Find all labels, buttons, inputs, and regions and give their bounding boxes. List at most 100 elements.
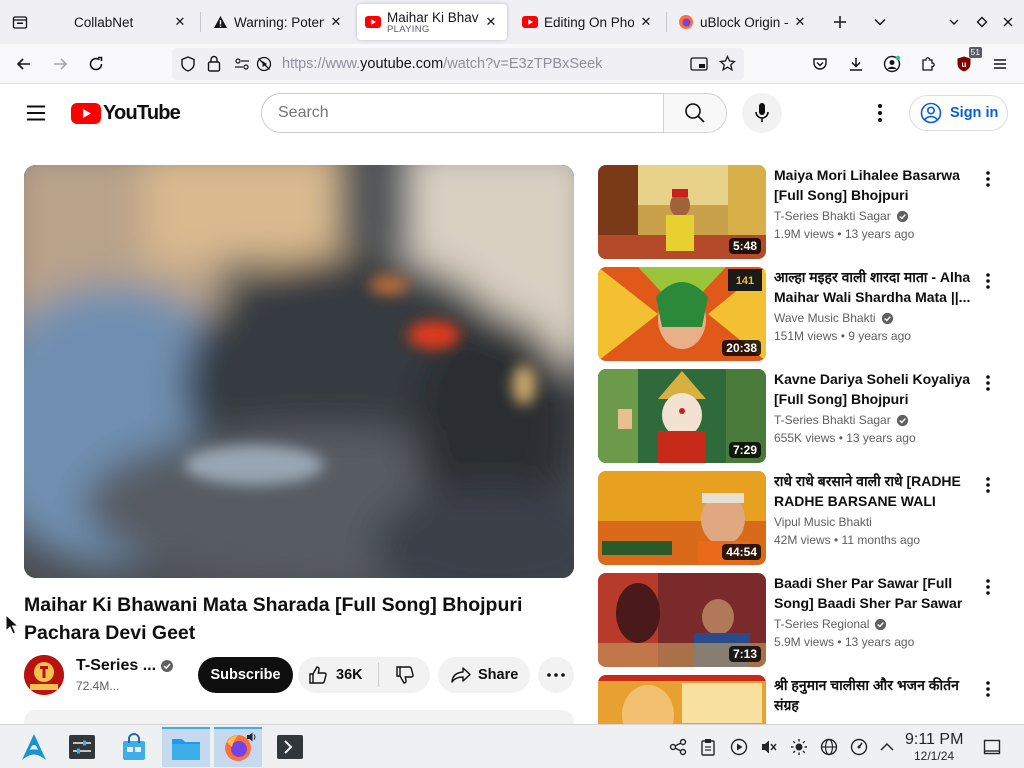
recommendation-item[interactable]: 5:48 Maiya Mori Lihalee Basarwa [Full So… bbox=[598, 165, 1008, 259]
list-all-tabs-button[interactable] bbox=[866, 8, 894, 36]
url-bar[interactable]: https://www.youtube.com/watch?v=E3zTPBxS… bbox=[172, 48, 744, 80]
like-button[interactable]: 36K bbox=[298, 657, 378, 693]
account-button[interactable] bbox=[878, 50, 906, 78]
search-box[interactable] bbox=[261, 93, 664, 133]
extensions-button[interactable] bbox=[914, 50, 942, 78]
recommendation-menu-button[interactable] bbox=[978, 677, 998, 701]
lock-icon[interactable] bbox=[207, 55, 221, 72]
tab-maihar-active[interactable]: Maihar Ki Bhav PLAYING ✕ bbox=[357, 4, 507, 40]
window-maximize-button[interactable] bbox=[968, 8, 996, 36]
recommendation-title[interactable]: Maiya Mori Lihalee Basarwa [Full Song] B… bbox=[774, 165, 978, 205]
tray-network[interactable] bbox=[819, 737, 839, 757]
recommendation-item[interactable]: 141 20:38 आल्हा मइहर वाली शारदा माता - A… bbox=[598, 267, 1008, 361]
recommendation-menu-button[interactable] bbox=[978, 575, 998, 599]
video-thumbnail[interactable]: 44:54 bbox=[598, 471, 766, 565]
video-thumbnail[interactable]: 7:29 bbox=[598, 369, 766, 463]
show-desktop-button[interactable] bbox=[982, 737, 1002, 757]
video-thumbnail[interactable] bbox=[598, 675, 766, 724]
permissions-icon[interactable] bbox=[234, 56, 250, 72]
search-button[interactable] bbox=[663, 93, 727, 133]
recommendation-item[interactable]: 44:54 राधे राधे बरसाने वाली राधे [RADHE … bbox=[598, 471, 1008, 565]
tray-expand-button[interactable] bbox=[877, 737, 897, 757]
forward-button[interactable] bbox=[46, 50, 74, 78]
tray-brightness[interactable] bbox=[789, 737, 809, 757]
shield-icon[interactable] bbox=[180, 56, 196, 72]
youtube-logo[interactable]: YouTube bbox=[71, 102, 181, 125]
dislike-button[interactable] bbox=[379, 657, 430, 693]
downloads-button[interactable] bbox=[842, 50, 870, 78]
channel-name[interactable]: T-Series ... bbox=[76, 657, 156, 675]
recommendation-channel[interactable]: T-Series Regional bbox=[774, 617, 887, 631]
share-button[interactable]: Share bbox=[438, 657, 530, 693]
bookmark-star-icon[interactable] bbox=[719, 55, 736, 72]
taskbar-terminal-app[interactable] bbox=[266, 727, 314, 767]
subscribe-button[interactable]: Subscribe bbox=[198, 657, 293, 693]
tab-warning[interactable]: Warning: Poten ✕ bbox=[204, 4, 352, 40]
recommendation-menu-button[interactable] bbox=[978, 371, 998, 395]
tray-clipboard[interactable] bbox=[698, 737, 718, 757]
taskbar-firefox-app[interactable] bbox=[214, 727, 262, 767]
recommendation-channel[interactable]: Vipul Music Bhakti bbox=[774, 515, 872, 529]
taskbar-files-app[interactable] bbox=[162, 727, 210, 767]
recommendation-menu-button[interactable] bbox=[978, 473, 998, 497]
tab-collabnet[interactable]: CollabNet ✕ bbox=[44, 4, 196, 40]
svg-text:141: 141 bbox=[736, 275, 754, 287]
tray-media-player[interactable] bbox=[729, 737, 749, 757]
recommendation-channel[interactable]: T-Series Bhakti Sagar bbox=[774, 413, 909, 427]
new-tab-button[interactable] bbox=[826, 8, 854, 36]
video-thumbnail[interactable]: 141 20:38 bbox=[598, 267, 766, 361]
pocket-icon bbox=[813, 58, 827, 70]
settings-more-button[interactable] bbox=[868, 101, 892, 125]
verified-check-icon bbox=[896, 210, 908, 222]
tray-updates[interactable] bbox=[849, 737, 869, 757]
window-minimize-button[interactable] bbox=[940, 8, 968, 36]
close-icon[interactable]: ✕ bbox=[638, 14, 654, 30]
recommendation-channel[interactable]: Wave Music Bhakti bbox=[774, 311, 894, 325]
recommendation-title[interactable]: Baadi Sher Par Sawar [Full Song] Baadi S… bbox=[774, 573, 978, 613]
video-duration: 7:13 bbox=[728, 646, 761, 662]
application-launcher-button[interactable] bbox=[10, 727, 58, 767]
recommendation-menu-button[interactable] bbox=[978, 167, 998, 191]
sign-in-button[interactable]: Sign in bbox=[909, 95, 1008, 131]
reload-button[interactable] bbox=[82, 50, 110, 78]
clock-time[interactable]: 9:11 PM bbox=[905, 731, 963, 749]
tab-editing[interactable]: Editing On Pho ✕ bbox=[514, 4, 662, 40]
tray-kde-connect[interactable] bbox=[668, 737, 688, 757]
taskbar-settings-app[interactable] bbox=[58, 727, 106, 767]
search-input[interactable] bbox=[278, 104, 663, 122]
ublock-button[interactable]: u 51 bbox=[950, 47, 982, 78]
autoplay-blocked-icon[interactable] bbox=[256, 56, 272, 72]
recommendation-channel[interactable]: T-Series Bhakti Sagar bbox=[774, 209, 909, 223]
clock-date[interactable]: 12/1/24 bbox=[914, 749, 954, 763]
url-text[interactable]: https://www.youtube.com/watch?v=E3zTPBxS… bbox=[282, 56, 602, 72]
recommendation-title[interactable]: आल्हा मइहर वाली शारदा माता - Alha Maihar… bbox=[774, 267, 978, 307]
guide-menu-button[interactable] bbox=[24, 101, 48, 125]
recommendation-menu-button[interactable] bbox=[978, 269, 998, 293]
back-button[interactable] bbox=[10, 50, 38, 78]
taskbar-discover-app[interactable] bbox=[110, 727, 158, 767]
close-icon[interactable]: ✕ bbox=[172, 14, 188, 30]
window-close-button[interactable] bbox=[994, 8, 1022, 36]
recommendation-title[interactable]: श्री हनुमान चालीसा और भजन कीर्तन संग्रह bbox=[774, 675, 978, 715]
app-menu-button[interactable] bbox=[986, 50, 1014, 78]
recommendation-item[interactable]: 7:13 Baadi Sher Par Sawar [Full Song] Ba… bbox=[598, 573, 1008, 667]
more-actions-button[interactable] bbox=[538, 657, 574, 693]
channel-avatar[interactable] bbox=[24, 655, 64, 695]
tab-overview-button[interactable] bbox=[0, 0, 40, 44]
voice-search-button[interactable] bbox=[742, 93, 782, 133]
tab-ublock[interactable]: uBlock Origin - ✕ bbox=[670, 4, 816, 40]
recommendation-title[interactable]: राधे राधे बरसाने वाली राधे [RADHE RADHE … bbox=[774, 471, 978, 511]
recommendation-item[interactable]: 7:29 Kavne Dariya Soheli Koyaliya [Full … bbox=[598, 369, 1008, 463]
close-icon[interactable]: ✕ bbox=[483, 14, 499, 30]
picture-in-picture-icon[interactable] bbox=[690, 56, 708, 72]
pocket-button[interactable] bbox=[806, 50, 834, 78]
video-thumbnail[interactable]: 5:48 bbox=[598, 165, 766, 259]
video-player[interactable] bbox=[24, 165, 574, 578]
recommendation-item[interactable]: श्री हनुमान चालीसा और भजन कीर्तन संग्रह bbox=[598, 675, 1008, 724]
recommendation-title[interactable]: Kavne Dariya Soheli Koyaliya [Full Song]… bbox=[774, 369, 978, 409]
close-icon[interactable]: ✕ bbox=[792, 14, 808, 30]
tray-volume[interactable] bbox=[759, 737, 779, 757]
mouse-cursor-icon bbox=[5, 614, 19, 635]
video-thumbnail[interactable]: 7:13 bbox=[598, 573, 766, 667]
close-icon[interactable]: ✕ bbox=[328, 14, 344, 30]
